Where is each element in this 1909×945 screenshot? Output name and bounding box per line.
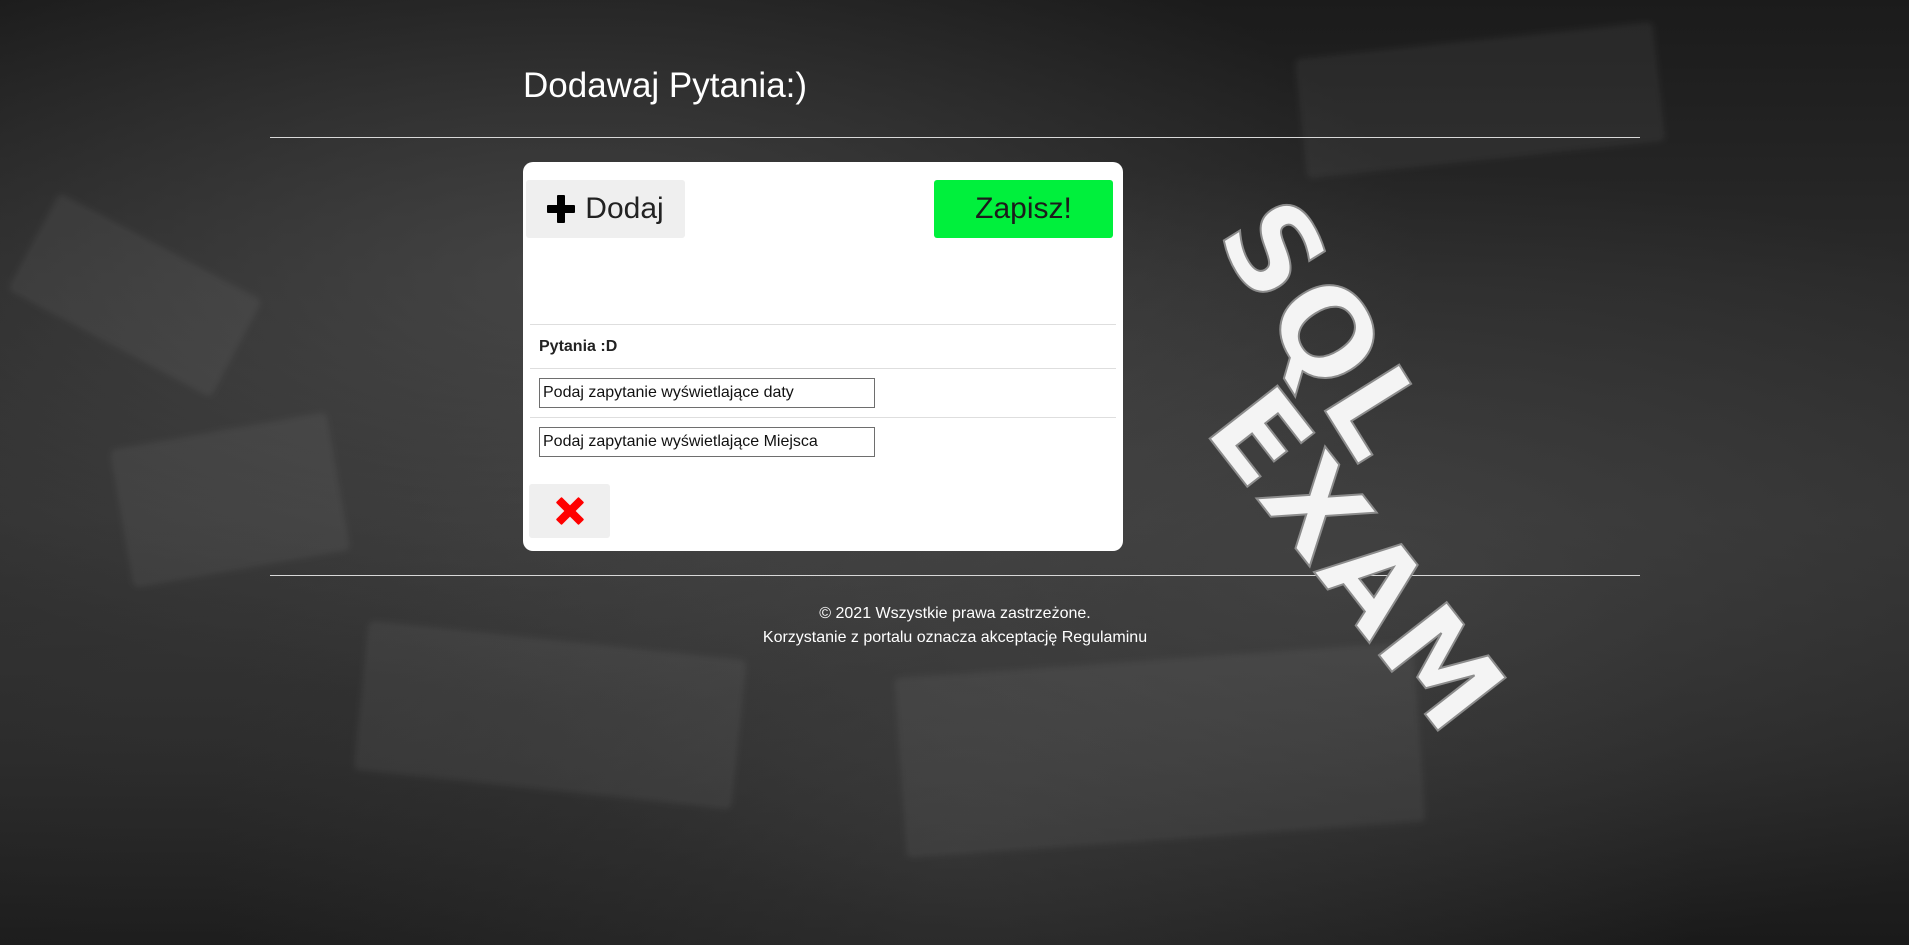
question-input[interactable] bbox=[539, 378, 875, 408]
close-icon bbox=[556, 497, 584, 525]
question-row bbox=[530, 368, 1116, 417]
chalk-smudge bbox=[109, 411, 351, 589]
questions-table-header: Pytania :D bbox=[530, 324, 1116, 368]
page-title: Dodawaj Pytania:) bbox=[523, 66, 808, 105]
delete-question-button[interactable] bbox=[529, 484, 610, 538]
question-row bbox=[530, 417, 1116, 466]
question-editor-panel: Dodaj Zapisz! Pytania :D bbox=[523, 162, 1123, 551]
chalk-smudge bbox=[7, 192, 263, 398]
add-question-label: Dodaj bbox=[585, 192, 664, 225]
plus-icon bbox=[547, 195, 576, 223]
questions-header-label: Pytania :D bbox=[539, 337, 618, 355]
questions-table: Pytania :D bbox=[530, 324, 1116, 466]
chalk-smudge bbox=[1294, 21, 1666, 179]
header-divider bbox=[270, 137, 1640, 138]
save-button[interactable]: Zapisz! bbox=[934, 180, 1113, 238]
sql-exam-logo: SQL EXAM bbox=[1195, 195, 1535, 761]
question-input[interactable] bbox=[539, 427, 875, 457]
add-question-button[interactable]: Dodaj bbox=[526, 180, 685, 238]
